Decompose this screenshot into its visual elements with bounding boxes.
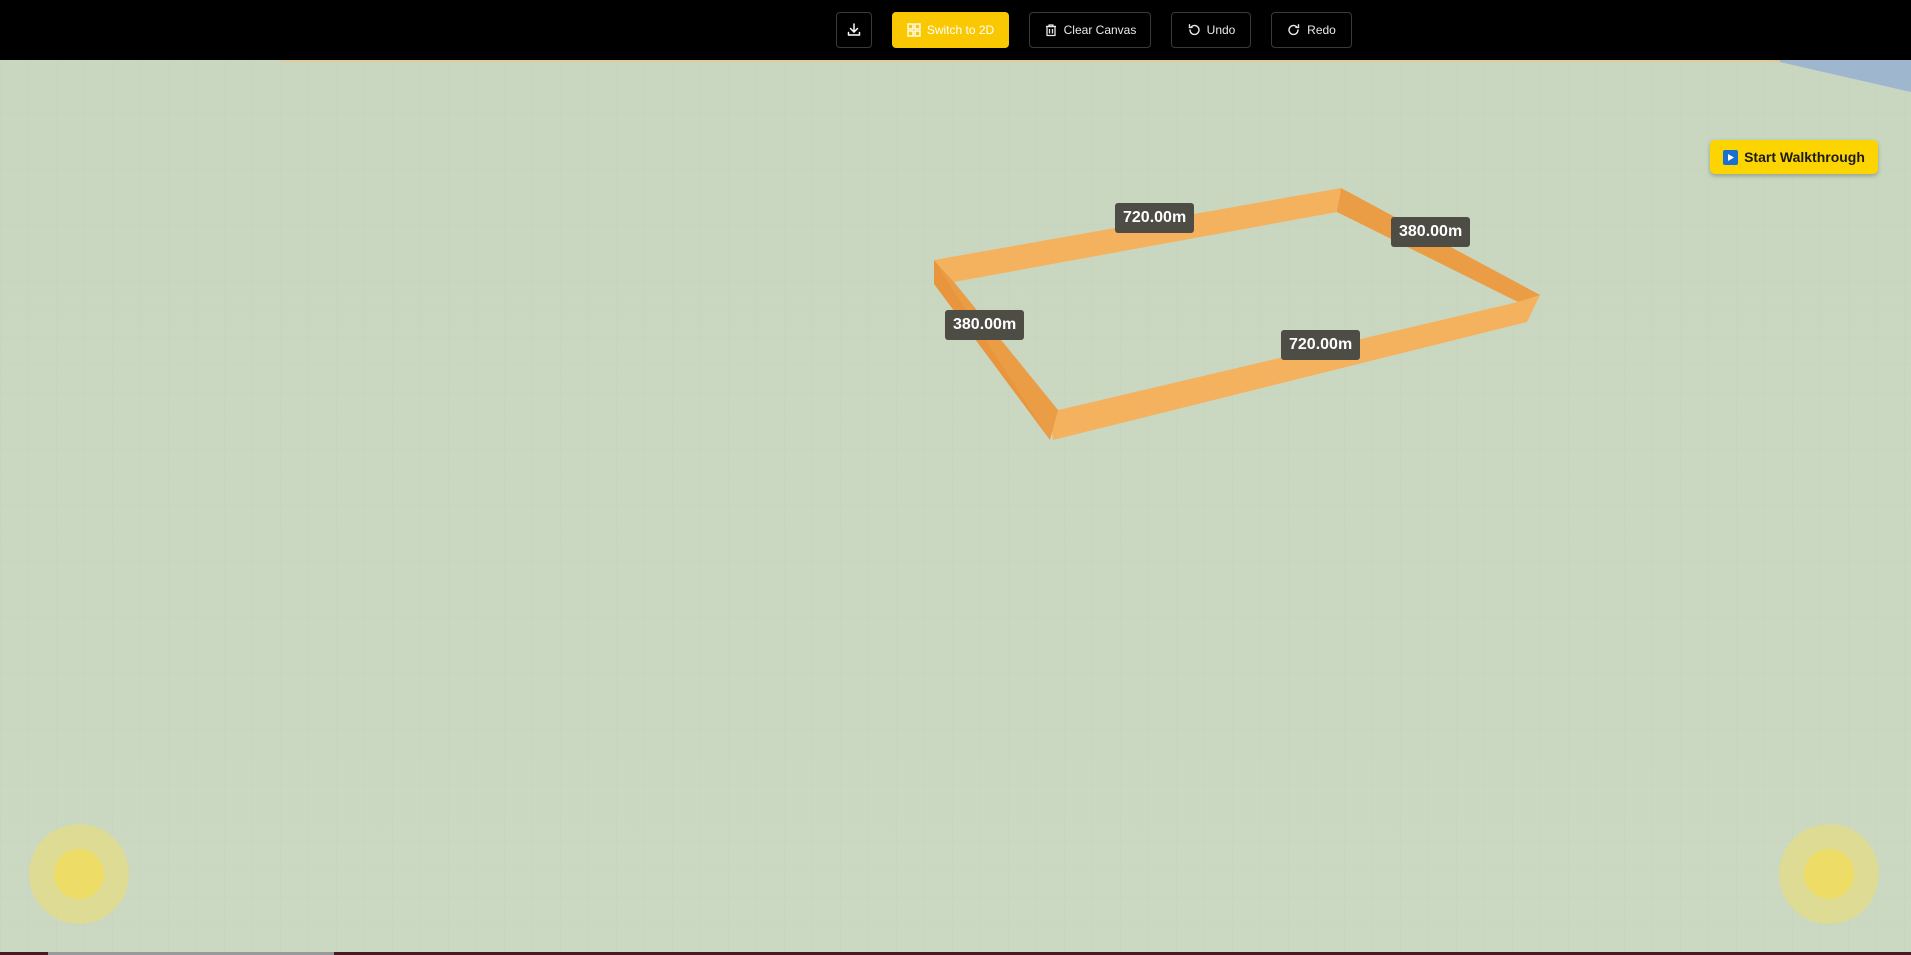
redo-icon [1287,23,1301,37]
clear-canvas-label: Clear Canvas [1063,23,1137,37]
play-icon [1723,149,1739,165]
wall-left-length-label: 380.00m [945,310,1025,340]
wall-right-length-label: 380.00m [1391,217,1471,247]
grid-icon [907,23,921,37]
clear-canvas-button[interactable]: Clear Canvas [1029,12,1151,48]
wall-bottom-length-label: 720.00m [1281,330,1361,360]
start-walkthrough-label: Start Walkthrough [1744,149,1865,165]
floor-planner-app: Switch to 2D Clear Canvas Undo Redo 720.… [0,0,1911,955]
download-icon [846,22,862,38]
redo-button[interactable]: Redo [1271,12,1352,48]
right-joystick-knob[interactable] [1804,849,1854,899]
redo-label: Redo [1307,23,1336,37]
wall-top-length-label: 720.00m [1115,203,1195,233]
right-joystick[interactable] [1779,824,1879,924]
trash-icon [1044,23,1058,37]
switch-to-2d-label: Switch to 2D [926,23,995,37]
ground-grid [0,60,1911,955]
left-joystick[interactable] [29,824,129,924]
sky-corner [1771,60,1911,92]
download-button[interactable] [836,12,872,48]
3d-canvas[interactable] [0,60,1911,955]
switch-to-2d-button[interactable]: Switch to 2D [892,12,1009,48]
top-toolbar: Switch to 2D Clear Canvas Undo Redo [0,0,1911,60]
left-joystick-knob[interactable] [54,849,104,899]
undo-button[interactable]: Undo [1171,12,1251,48]
start-walkthrough-button[interactable]: Start Walkthrough [1710,140,1878,174]
undo-label: Undo [1206,23,1236,37]
horizon-line [280,60,1780,62]
undo-icon [1187,23,1201,37]
